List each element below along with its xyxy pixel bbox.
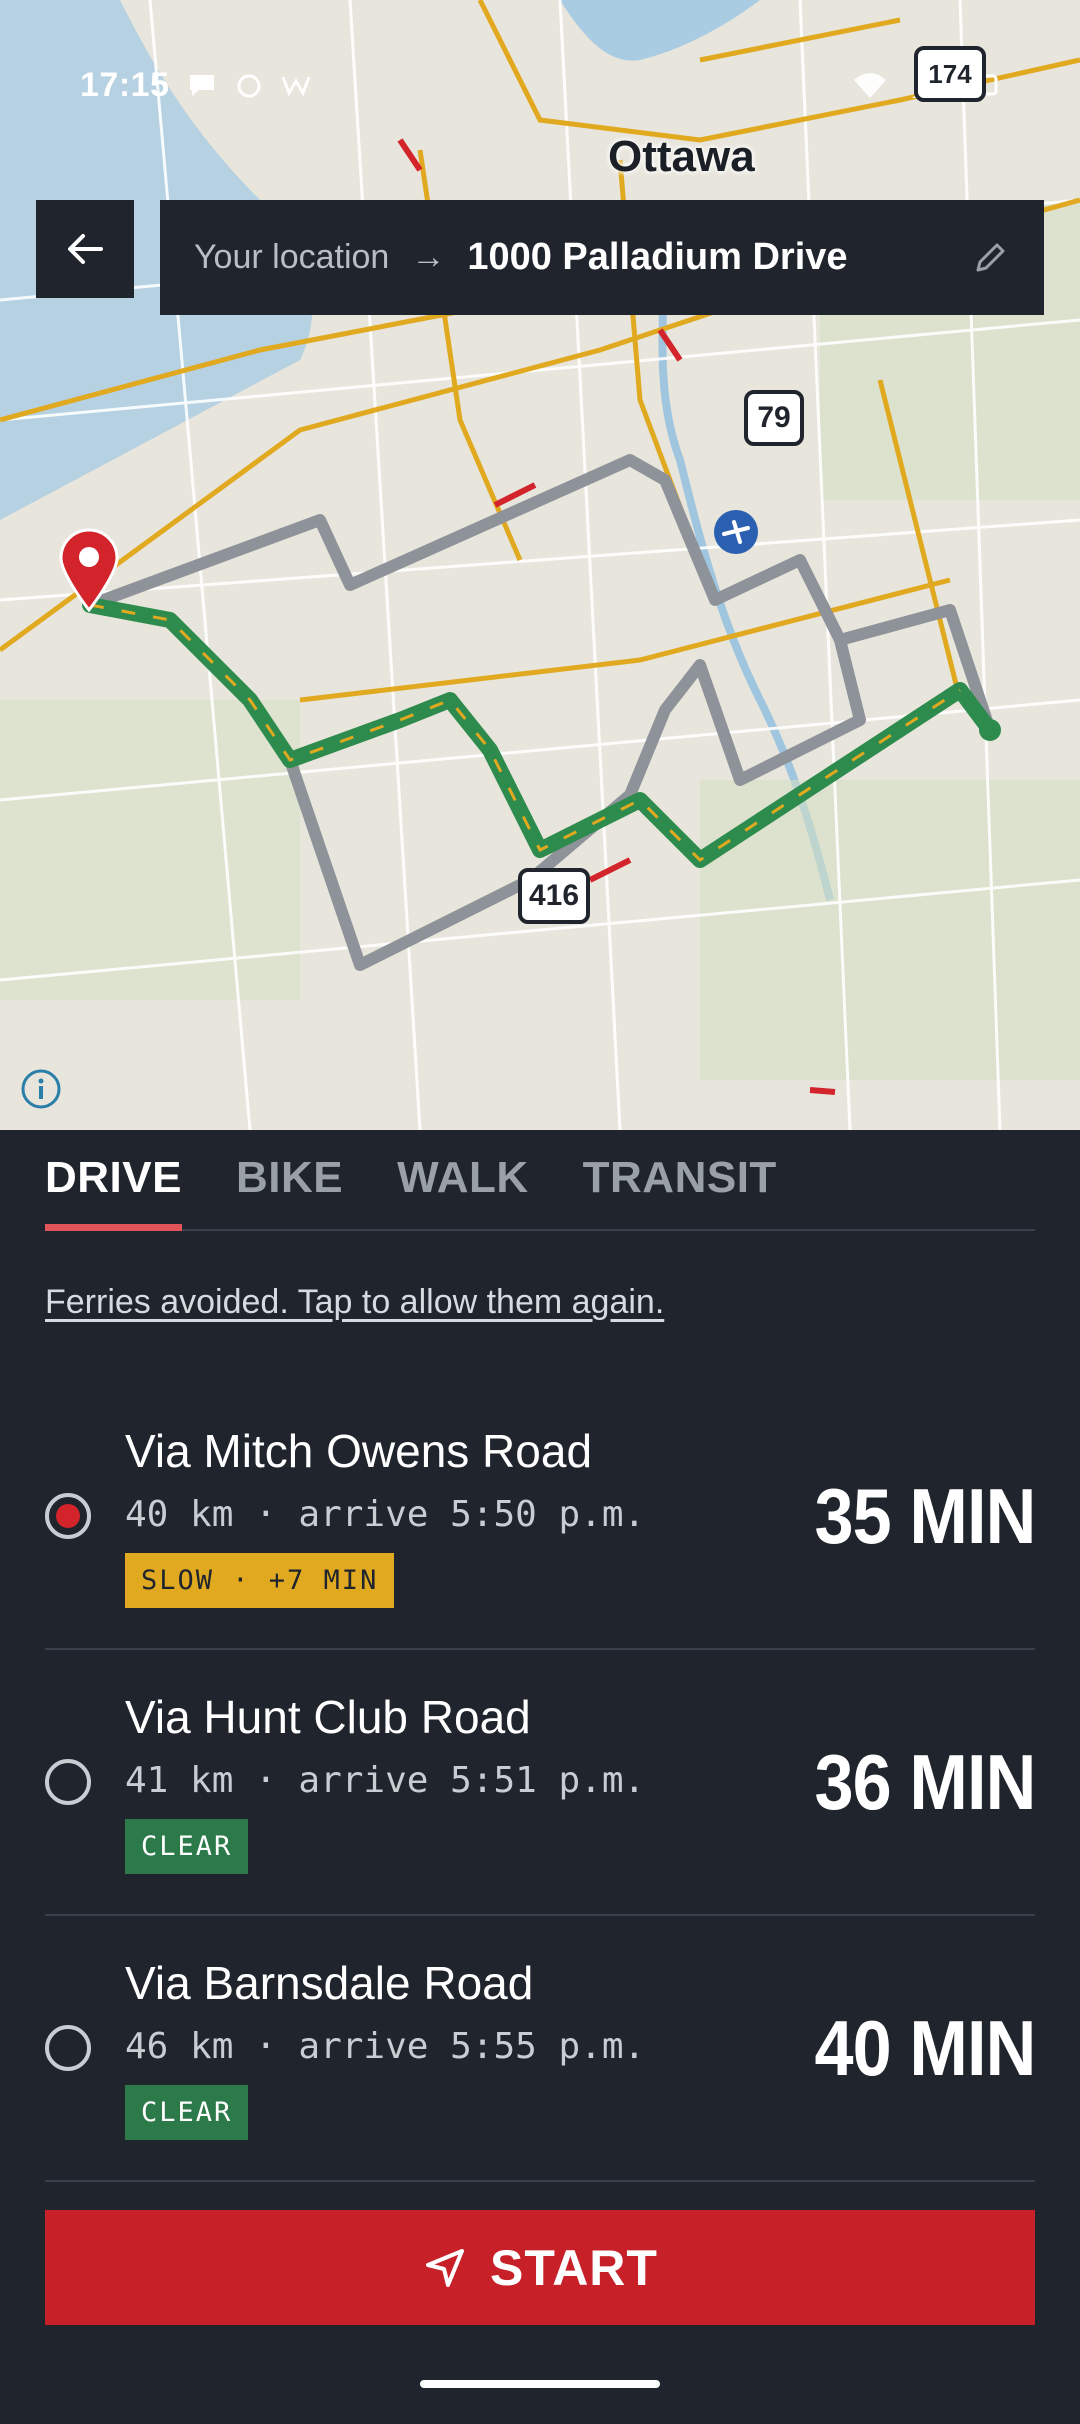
route-meta: 40 km · arrive 5:50 p.m.: [125, 1494, 646, 1535]
status-time: 17:15: [80, 65, 170, 104]
route-duration: 40 MIN: [814, 2003, 1036, 2092]
route-distance: 41 km: [125, 1760, 234, 1801]
traffic-badge: SLOW · +7 MIN: [125, 1553, 395, 1608]
route-arrival: arrive 5:50 p.m.: [298, 1494, 646, 1535]
traffic-badge: CLEAR: [125, 2085, 249, 2140]
map-view[interactable]: 17:15 Ottawa 174 79 416 Your location → …: [0, 0, 1080, 1130]
route-option[interactable]: Via Hunt Club Road 41 km · arrive 5:51 p…: [45, 1650, 1036, 1916]
route-duration: 35 MIN: [814, 1471, 1036, 1560]
route-radio[interactable]: [45, 2025, 91, 2071]
traffic-badge: CLEAR: [125, 1819, 249, 1874]
arrow-right-icon: →: [411, 238, 446, 276]
route-summary-bar[interactable]: Your location → 1000 Palladium Drive: [160, 200, 1044, 315]
w-app-icon: [282, 76, 311, 97]
route-name: Via Mitch Owens Road: [125, 1425, 593, 1477]
home-indicator[interactable]: [420, 2380, 660, 2388]
destination-label: 1000 Palladium Drive: [467, 236, 848, 278]
tab-bike[interactable]: BIKE: [236, 1153, 343, 1229]
start-button[interactable]: START: [45, 2210, 1035, 2325]
info-icon[interactable]: [20, 1068, 62, 1110]
tab-drive[interactable]: DRIVE: [45, 1153, 182, 1231]
tab-walk[interactable]: WALK: [397, 1153, 529, 1229]
tab-transit[interactable]: TRANSIT: [583, 1153, 777, 1229]
route-distance: 46 km: [125, 2026, 234, 2067]
route-option[interactable]: Via Mitch Owens Road 40 km · arrive 5:50…: [45, 1384, 1036, 1650]
destination-pin-icon[interactable]: [58, 528, 120, 612]
origin-label: Your location: [194, 238, 390, 276]
route-radio-selected[interactable]: [45, 1493, 91, 1539]
directions-sheet: DRIVE BIKE WALK TRANSIT Ferries avoided.…: [0, 1130, 1080, 2424]
arrow-left-icon: [68, 234, 103, 264]
route-option[interactable]: Via Barnsdale Road 46 km · arrive 5:55 p…: [45, 1916, 1036, 2182]
route-name: Via Barnsdale Road: [125, 1957, 534, 2009]
route-radio[interactable]: [45, 1759, 91, 1805]
city-label: Ottawa: [608, 132, 755, 181]
route-arrival: arrive 5:55 p.m.: [298, 2026, 646, 2067]
route-duration: 36 MIN: [814, 1737, 1036, 1826]
route-distance: 40 km: [125, 1494, 234, 1535]
back-button[interactable]: [36, 200, 134, 298]
highway-shield-416: 416: [518, 868, 590, 924]
edit-route-button[interactable]: [970, 238, 1010, 278]
airport-icon[interactable]: [712, 508, 760, 556]
start-button-label: START: [490, 2239, 658, 2296]
notification-icons: [187, 71, 311, 99]
navigation-arrow-icon: [426, 2248, 465, 2287]
highway-shield-174: 174: [914, 46, 986, 102]
travel-mode-tabs: DRIVE BIKE WALK TRANSIT: [45, 1130, 1035, 1231]
route-arrival: arrive 5:51 p.m.: [298, 1760, 646, 1801]
route-meta: 46 km · arrive 5:55 p.m.: [125, 2026, 646, 2067]
chat-icon: [190, 75, 215, 96]
timer-icon: [237, 74, 261, 98]
pencil-icon: [976, 243, 1005, 271]
wifi-icon: [854, 73, 886, 98]
route-list: Via Mitch Owens Road 40 km · arrive 5:50…: [45, 1384, 1036, 2182]
ferries-notice-link[interactable]: Ferries avoided. Tap to allow them again…: [45, 1283, 1035, 1322]
highway-shield-79: 79: [744, 390, 804, 446]
route-name: Via Hunt Club Road: [125, 1691, 531, 1743]
route-meta: 41 km · arrive 5:51 p.m.: [125, 1760, 646, 1801]
